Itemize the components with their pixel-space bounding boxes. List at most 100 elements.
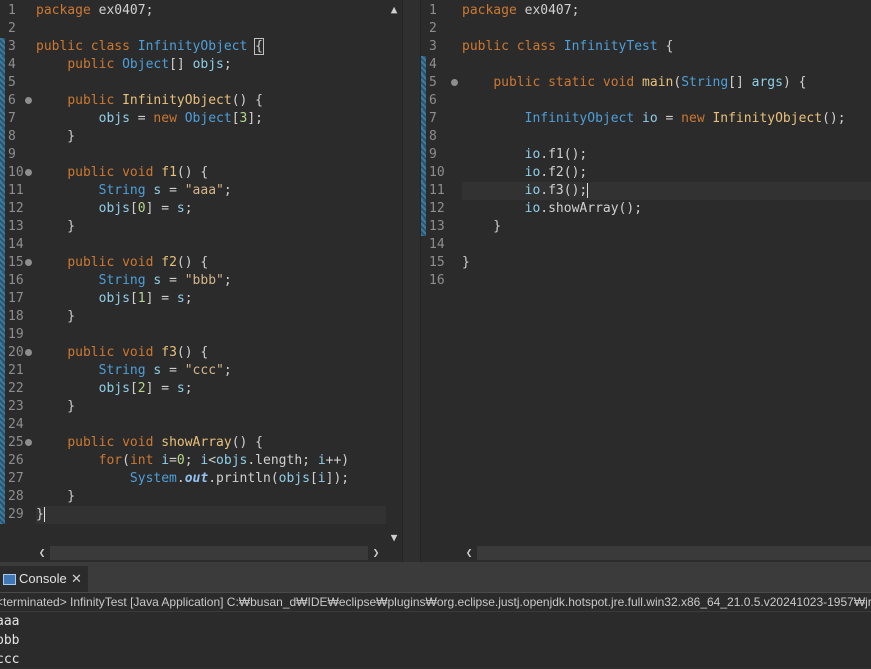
code-line[interactable]: String s = "ccc";	[36, 362, 386, 380]
line-number: 19	[0, 326, 32, 344]
line-number-text: 18	[8, 309, 24, 324]
code-line[interactable]: public InfinityObject() {	[36, 92, 386, 110]
line-number-text: 17	[8, 291, 24, 306]
code-line[interactable]: public void showArray() {	[36, 434, 386, 452]
code-token: void	[122, 435, 154, 450]
fold-toggle-icon[interactable]	[25, 259, 32, 266]
code-area[interactable]: package ex0407; public class InfinityObje…	[36, 2, 386, 524]
code-line[interactable]: io.f1();	[462, 146, 871, 164]
code-token: f2	[161, 255, 177, 270]
code-line[interactable]: }	[462, 218, 871, 236]
editor-splitter[interactable]	[402, 0, 421, 562]
code-token: .f3();	[540, 183, 588, 198]
scroll-left-arrow-icon[interactable]: ❮	[34, 544, 50, 562]
code-line[interactable]: io.f2();	[462, 164, 871, 182]
code-line[interactable]: public Object[] objs;	[36, 56, 386, 74]
code-line[interactable]	[462, 236, 871, 254]
code-line[interactable]: }	[36, 506, 386, 524]
line-number-text: 25	[8, 435, 24, 450]
code-line[interactable]: public void f3() {	[36, 344, 386, 362]
code-line[interactable]: }	[462, 254, 871, 272]
code-line[interactable]	[36, 236, 386, 254]
right-editor-panel[interactable]: 1 2 3 4 5 6 7 8 9 10 11 12 13 14 15 16 package ex0407; p…	[421, 0, 871, 562]
code-line[interactable]	[462, 128, 871, 146]
code-token: [	[231, 111, 240, 126]
code-token: static	[548, 75, 596, 90]
code-line[interactable]: }	[36, 398, 386, 416]
horizontal-scrollbar[interactable]: ❮ ❯	[32, 544, 386, 562]
scroll-right-arrow-icon[interactable]: ❯	[368, 544, 384, 562]
code-line[interactable]: objs[0] = s;	[36, 200, 386, 218]
code-line[interactable]: package ex0407;	[462, 2, 871, 20]
fold-toggle-icon[interactable]	[451, 79, 458, 86]
code-line[interactable]	[36, 74, 386, 92]
code-line[interactable]: System.out.println(objs[i]);	[36, 470, 386, 488]
horizontal-scroll-track[interactable]	[477, 546, 871, 560]
line-number: 10	[0, 164, 32, 182]
code-token: s	[176, 291, 185, 306]
code-line[interactable]: String s = "aaa";	[36, 182, 386, 200]
code-line[interactable]: public class InfinityTest {	[462, 38, 871, 56]
line-number-text: 10	[8, 165, 24, 180]
line-number-text: 4	[8, 57, 16, 72]
scroll-left-arrow-icon[interactable]: ❮	[461, 544, 477, 562]
code-line[interactable]: }	[36, 488, 386, 506]
code-token: (	[122, 453, 130, 468]
code-line[interactable]: io.f3();	[462, 182, 871, 200]
line-number-text: 14	[8, 237, 24, 252]
code-line[interactable]: for(int i=0; i<objs.length; i++)	[36, 452, 386, 470]
code-line[interactable]	[36, 416, 386, 434]
line-number: 22	[0, 380, 32, 398]
close-icon[interactable]: ✕	[71, 566, 82, 592]
code-line[interactable]: io.showArray();	[462, 200, 871, 218]
code-line[interactable]: }	[36, 218, 386, 236]
code-token: "bbb"	[184, 273, 224, 288]
code-line[interactable]: }	[36, 308, 386, 326]
console-status: <terminated> InfinityTest [Java Applicat…	[0, 593, 871, 612]
code-line[interactable]: InfinityObject io = new InfinityObject()…	[462, 110, 871, 128]
code-line[interactable]	[462, 92, 871, 110]
code-line[interactable]	[462, 56, 871, 74]
code-line[interactable]	[36, 20, 386, 38]
tab-console[interactable]: Console ✕	[0, 566, 88, 592]
code-line[interactable]: public void f1() {	[36, 164, 386, 182]
line-number-text: 2	[8, 21, 16, 36]
line-number: 15	[0, 254, 32, 272]
code-line[interactable]	[462, 272, 871, 290]
left-editor-panel[interactable]: 1 2 3 4 5 6 7 8 9 10 11 12 13 14 15 16 17 18 19 20 21 22 23 24 2…	[0, 0, 402, 562]
horizontal-scrollbar[interactable]: ❮	[459, 544, 871, 562]
line-number-text: 13	[429, 219, 445, 234]
vertical-scrollbar[interactable]: ▲ ▼	[386, 0, 402, 546]
code-line[interactable]: objs[2] = s;	[36, 380, 386, 398]
console-output[interactable]: aaa bbb ccc	[0, 612, 871, 669]
line-number-text: 7	[429, 111, 437, 126]
scroll-down-arrow-icon[interactable]: ▼	[386, 530, 402, 546]
code-line[interactable]: objs[1] = s;	[36, 290, 386, 308]
code-token: <	[208, 453, 217, 468]
horizontal-scroll-track[interactable]	[50, 546, 368, 560]
code-line[interactable]	[462, 20, 871, 38]
code-line[interactable]: public static void main(String[] args) {	[462, 74, 871, 92]
code-line[interactable]: objs = new Object[3];	[36, 110, 386, 128]
fold-toggle-icon[interactable]	[25, 169, 32, 176]
line-number: 24	[0, 416, 32, 434]
code-line[interactable]	[36, 146, 386, 164]
code-line[interactable]: String s = "bbb";	[36, 272, 386, 290]
fold-toggle-icon[interactable]	[25, 97, 32, 104]
scroll-up-arrow-icon[interactable]: ▲	[386, 2, 402, 18]
code-area[interactable]: package ex0407; public class InfinityTest…	[462, 2, 871, 290]
code-line[interactable]: public class InfinityObject {	[36, 38, 386, 56]
code-line[interactable]: package ex0407;	[36, 2, 386, 20]
code-line[interactable]: public void f2() {	[36, 254, 386, 272]
fold-toggle-icon[interactable]	[25, 439, 32, 446]
code-line[interactable]	[36, 326, 386, 344]
code-token: "aaa"	[184, 183, 224, 198]
code-line[interactable]: }	[36, 128, 386, 146]
fold-toggle-icon[interactable]	[25, 349, 32, 356]
